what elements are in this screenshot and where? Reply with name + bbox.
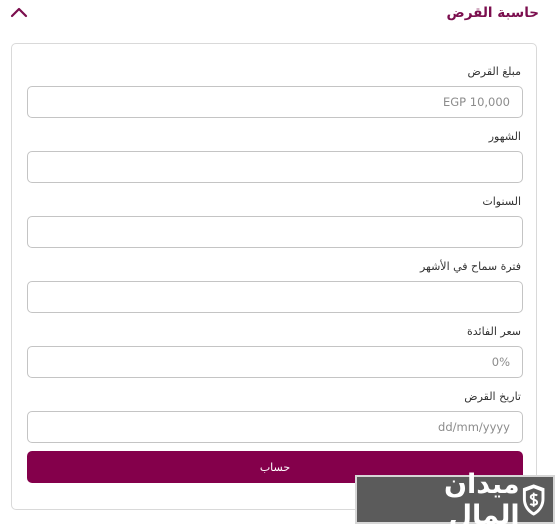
watermark-logo: ميدان المال [355, 469, 555, 531]
calculator-title: حاسبة القرض [446, 5, 539, 21]
grace-period-input[interactable] [27, 281, 523, 313]
grace-period-label: فترة سماح في الأشهر [419, 260, 521, 273]
loan-amount-label: مبلغ القرض [467, 65, 521, 78]
shield-dollar-icon [522, 483, 545, 516]
months-label: الشهور [488, 130, 521, 143]
calculator-header[interactable]: حاسبة القرض [0, 0, 555, 34]
years-input[interactable] [27, 216, 523, 248]
years-label: السنوات [482, 195, 521, 208]
interest-rate-input[interactable] [27, 346, 523, 378]
interest-rate-label: سعر الفائدة [466, 325, 521, 338]
loan-date-input[interactable] [27, 411, 523, 443]
chevron-up-icon[interactable] [10, 4, 28, 22]
months-input[interactable] [27, 151, 523, 183]
loan-amount-input[interactable] [27, 86, 523, 118]
loan-date-label: تاريخ القرض [464, 390, 521, 403]
watermark-text: ميدان المال [443, 468, 520, 531]
